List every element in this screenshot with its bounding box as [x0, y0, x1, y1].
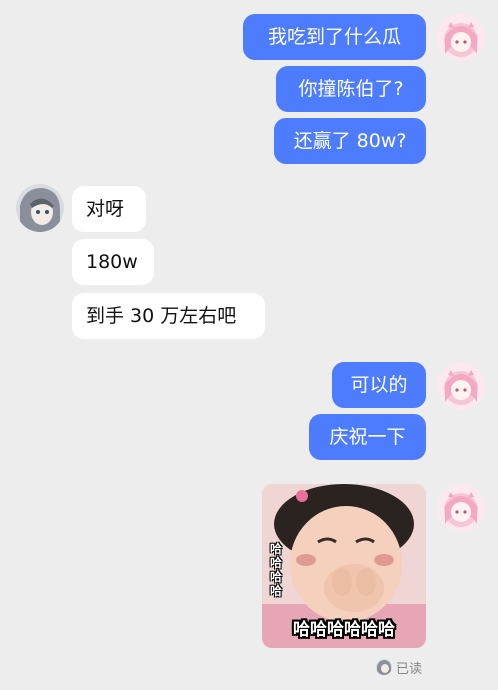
my-avatar[interactable]	[437, 362, 485, 410]
their-avatar[interactable]	[16, 184, 64, 232]
message-bubble-outgoing[interactable]: 还赢了 80w?	[274, 118, 426, 164]
read-status-label: 已读	[396, 661, 423, 677]
read-receipt: 已读	[376, 658, 423, 677]
message-bubble-outgoing[interactable]: 庆祝一下	[309, 414, 426, 460]
message-bubble-outgoing[interactable]: 你撞陈伯了?	[276, 66, 426, 112]
message-bubble-incoming[interactable]: 对呀	[72, 186, 146, 232]
message-bubble-incoming[interactable]: 180w	[72, 239, 154, 285]
my-avatar[interactable]	[437, 484, 485, 532]
reader-avatar-icon	[376, 659, 392, 675]
message-bubble-outgoing[interactable]: 我吃到了什么瓜	[243, 14, 426, 60]
my-avatar[interactable]	[437, 14, 485, 62]
sticker-side-text: 哈哈哈哈	[270, 542, 283, 598]
sticker-message[interactable]: 哈哈哈哈 哈哈哈哈哈哈	[262, 484, 426, 648]
sticker-caption: 哈哈哈哈哈哈	[293, 620, 395, 640]
message-bubble-outgoing[interactable]: 可以的	[332, 362, 426, 408]
message-bubble-incoming[interactable]: 到手 30 万左右吧	[72, 293, 265, 339]
